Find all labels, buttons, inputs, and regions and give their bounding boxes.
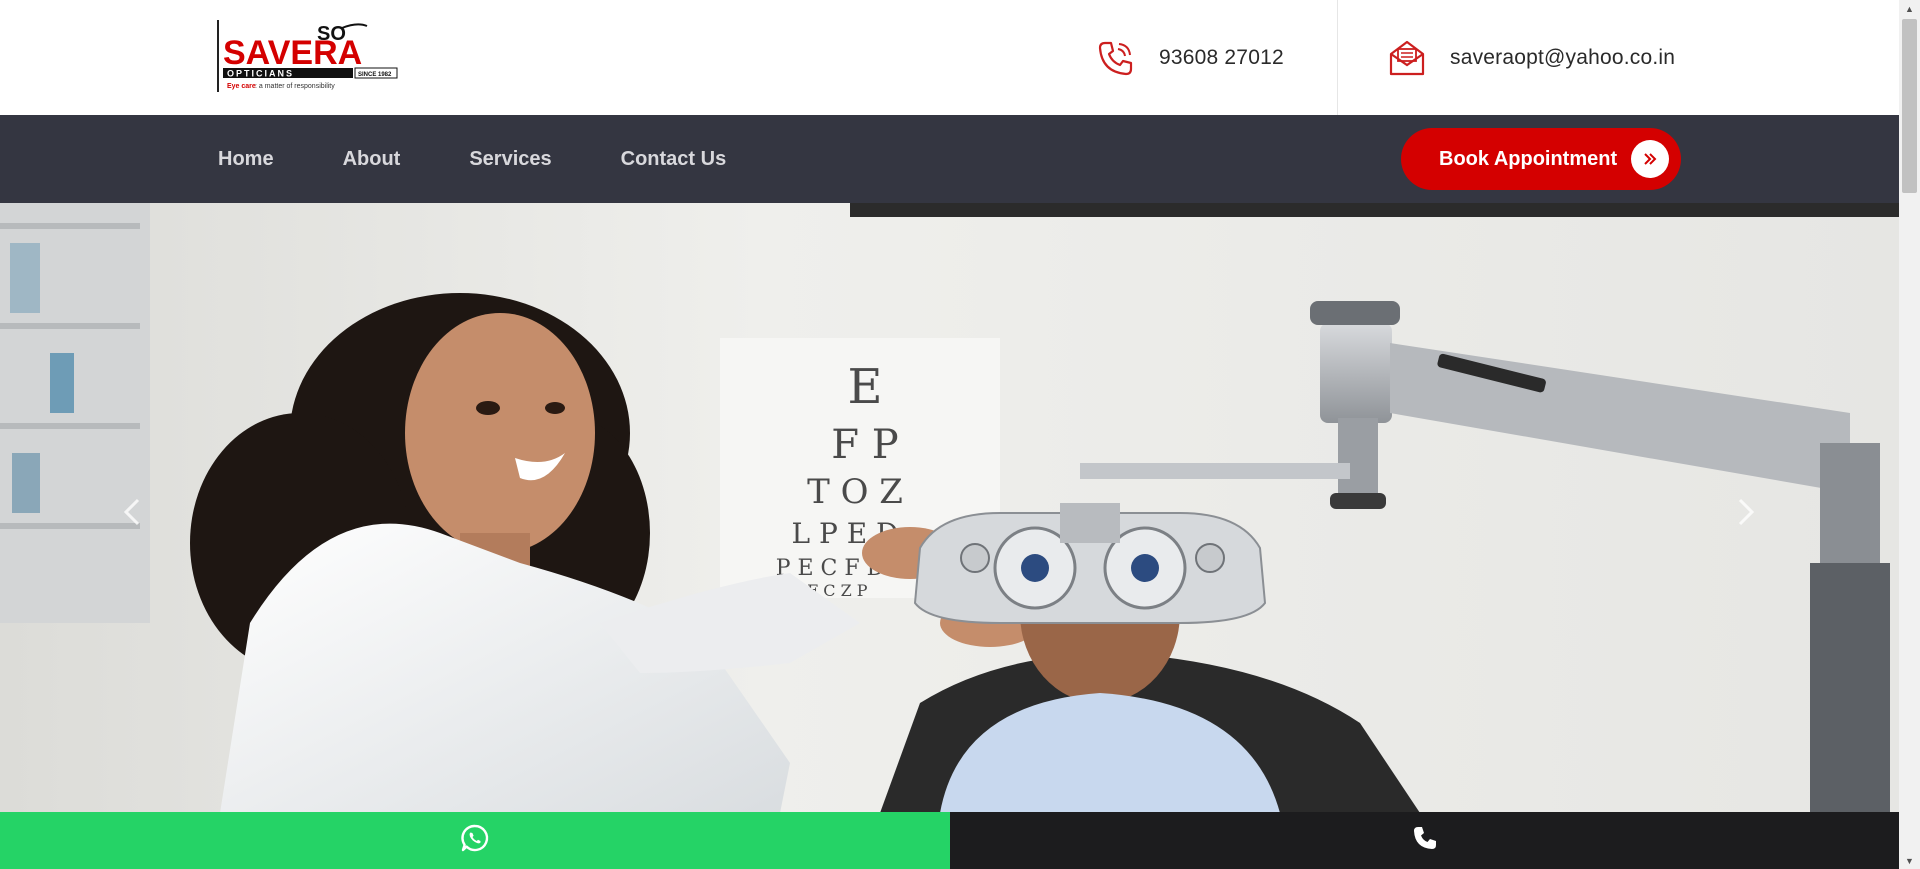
scrollbar-thumb[interactable] [1902,19,1917,193]
nav-menu: Home About Services Contact Us [218,115,795,203]
phone-icon [1095,37,1137,79]
book-appointment-label: Book Appointment [1439,147,1618,170]
page-scrollbar[interactable]: ▲ ▼ [1899,0,1920,869]
logo[interactable]: SO SAVERA OPTICIANS SINCE 1982 Eye care … [217,20,400,92]
header-email[interactable]: saveraopt@yahoo.co.in [1386,0,1675,115]
logo-since-text: SINCE 1982 [358,72,392,78]
header-divider [1337,0,1338,115]
logo-opticians-text: OPTICIANS [227,69,294,79]
header-phone[interactable]: 93608 27012 [1095,0,1284,115]
call-button[interactable] [950,812,1899,869]
nav-item-about[interactable]: About [343,148,401,171]
book-appointment-button[interactable]: Book Appointment [1401,128,1681,190]
eye-chart-row-2: F P [831,422,898,468]
whatsapp-button[interactable] [0,812,950,869]
scroll-down-arrow-icon[interactable]: ▼ [1899,852,1920,869]
logo-tagline-rest: : a matter of responsibility [255,83,335,90]
bottom-contact-bar [0,812,1899,869]
top-header: SO SAVERA OPTICIANS SINCE 1982 Eye care … [0,0,1899,115]
whatsapp-icon [460,823,490,858]
phone-icon [1412,825,1438,856]
double-chevron-right-icon [1631,140,1669,178]
logo-savera-text: SAVERA [223,34,362,72]
page: SO SAVERA OPTICIANS SINCE 1982 Eye care … [0,0,1920,869]
eye-chart-row-3: T O Z [807,472,903,512]
eye-chart-row-1: E [847,359,882,415]
main-nav: Home About Services Contact Us Book Appo… [0,115,1899,203]
hero-carousel: E F P T O Z L P E D P E C F D E D F C Z … [0,203,1899,813]
nav-item-services[interactable]: Services [469,148,551,171]
logo-tagline-red: Eye care [227,83,256,90]
envelope-icon [1386,37,1428,79]
header-phone-text: 93608 27012 [1159,45,1284,69]
chevron-left-icon[interactable] [122,498,162,538]
nav-item-contact-us[interactable]: Contact Us [621,148,727,171]
chevron-right-icon[interactable] [1736,498,1776,538]
nav-item-home[interactable]: Home [218,148,274,171]
header-email-text: saveraopt@yahoo.co.in [1450,45,1676,69]
hero-image: E F P T O Z L P E D P E C F D E D F C Z … [0,203,1899,813]
scroll-up-arrow-icon[interactable]: ▲ [1899,0,1920,17]
